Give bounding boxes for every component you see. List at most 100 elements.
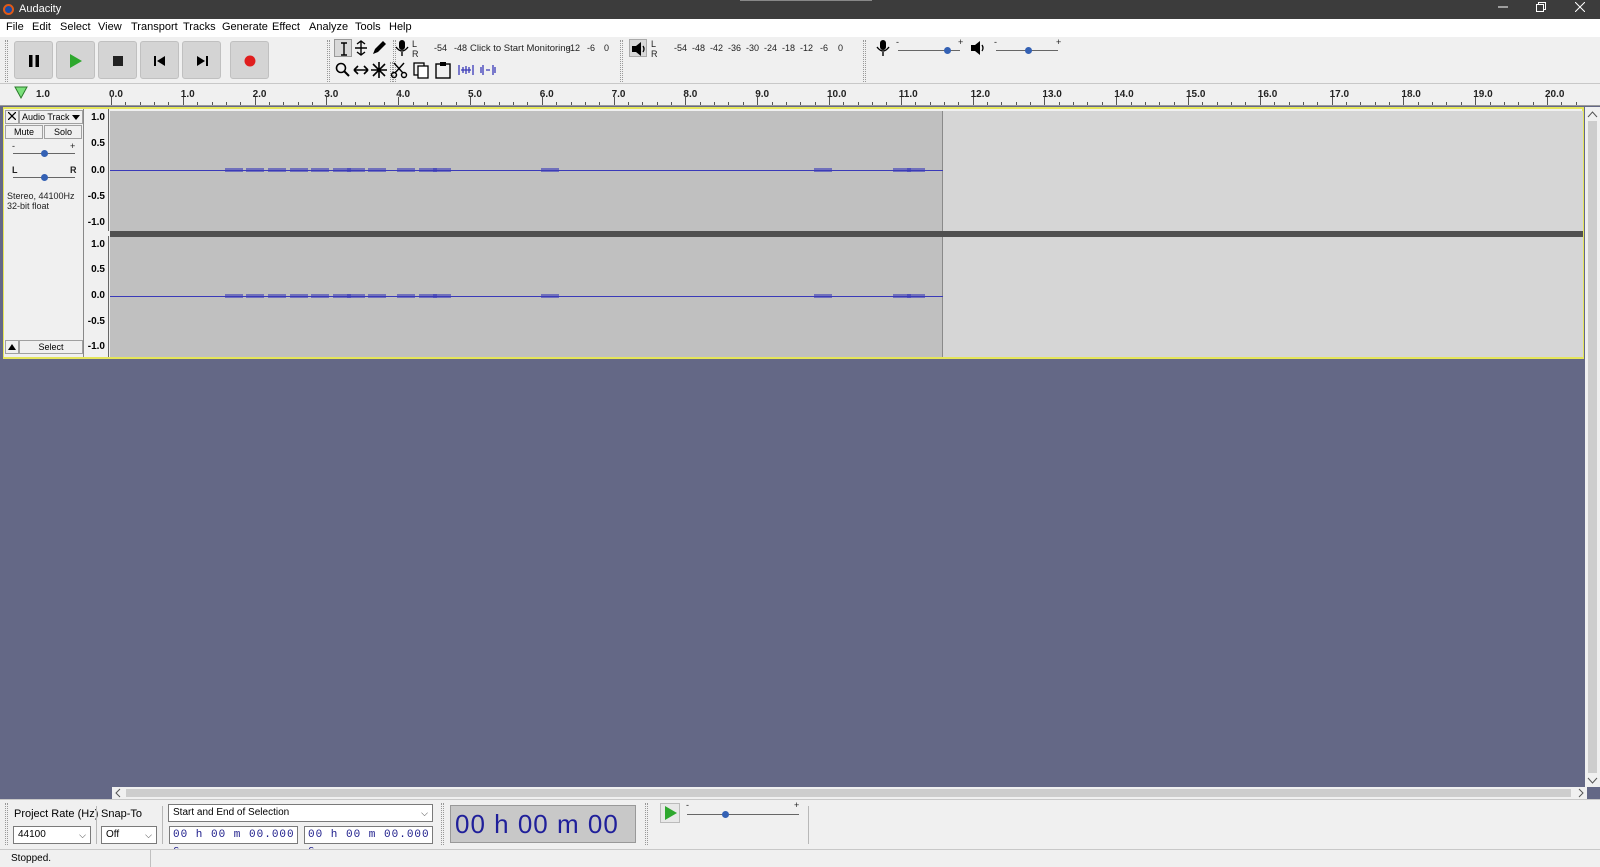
upper-channel-waveform[interactable] bbox=[110, 111, 1583, 231]
recording-volume-slider[interactable]: - + bbox=[896, 37, 964, 59]
snap-to-select[interactable]: Off ⌵ bbox=[101, 826, 157, 844]
ruler-minor-tick bbox=[872, 102, 874, 105]
play-volume-thumb[interactable] bbox=[1025, 47, 1032, 54]
playback-volume-slider[interactable]: - + bbox=[994, 37, 1062, 59]
transport-toolbar-grip[interactable] bbox=[5, 40, 8, 82]
trim-audio-button[interactable] bbox=[457, 61, 475, 79]
horizontal-scrollbar[interactable] bbox=[112, 787, 1587, 799]
waveform-segment bbox=[540, 168, 559, 172]
menu-generate[interactable]: Generate bbox=[222, 21, 268, 33]
cut-button[interactable] bbox=[390, 61, 408, 79]
zoom-tool-button[interactable] bbox=[334, 61, 352, 79]
ruler-tick-label: 7.0 bbox=[611, 89, 626, 100]
solo-button[interactable]: Solo bbox=[44, 125, 82, 139]
ruler-minor-tick bbox=[699, 102, 701, 105]
vertical-scroll-thumb[interactable] bbox=[1588, 121, 1597, 773]
audio-position-display[interactable]: 00 h 00 m 00 s bbox=[450, 805, 636, 867]
ruler-minor-tick bbox=[283, 102, 285, 105]
pan-thumb[interactable] bbox=[41, 174, 48, 181]
track-select-button[interactable]: Select bbox=[19, 340, 83, 354]
speed-thumb[interactable] bbox=[722, 811, 729, 818]
scale-label: -0.5 bbox=[87, 316, 105, 327]
mixer-toolbar-grip[interactable] bbox=[863, 40, 866, 82]
lower-channel-waveform[interactable] bbox=[110, 237, 1583, 357]
multi-tool-button[interactable] bbox=[370, 61, 388, 79]
gain-thumb[interactable] bbox=[41, 150, 48, 157]
scroll-right-icon[interactable] bbox=[1577, 787, 1585, 799]
ruler-minor-tick bbox=[268, 102, 270, 105]
pan-slider[interactable]: L R bbox=[12, 165, 77, 183]
playback-meter[interactable]: -54 -48 -42 -36 -30 -24 -18 -12 -6 0 bbox=[660, 40, 850, 60]
ruler-minor-tick bbox=[986, 102, 988, 105]
skip-to-start-button[interactable] bbox=[140, 41, 179, 79]
skip-to-end-icon bbox=[197, 56, 208, 66]
mute-button[interactable]: Mute bbox=[5, 125, 43, 139]
close-window-button[interactable] bbox=[1560, 0, 1600, 19]
pencil-icon bbox=[373, 41, 386, 54]
collapse-track-button[interactable] bbox=[5, 340, 19, 354]
copy-button[interactable] bbox=[412, 61, 430, 79]
tools-toolbar-grip[interactable] bbox=[327, 40, 330, 82]
timeline-ruler[interactable]: 1.0 0.0 1.0 2.0 3.0 4.0 5.0 6.0 7.0 8.0 9.0 10.0 11… bbox=[0, 84, 1600, 106]
menu-select[interactable]: Select bbox=[60, 21, 91, 33]
project-rate-select[interactable]: 44100 ⌵ bbox=[13, 826, 91, 844]
play-meter-tick: -18 bbox=[782, 43, 796, 53]
minimize-button[interactable] bbox=[1483, 0, 1523, 19]
play-icon bbox=[70, 54, 82, 68]
upper-channel-scale[interactable]: 1.0 0.5 0.0 -0.5 -1.0 bbox=[85, 109, 109, 231]
waveform-segment bbox=[433, 294, 452, 298]
menu-view[interactable]: View bbox=[98, 21, 122, 33]
stop-button[interactable] bbox=[98, 41, 137, 79]
selection-mode-select[interactable]: Start and End of Selection ⌵ bbox=[168, 804, 433, 822]
scroll-left-icon[interactable] bbox=[114, 787, 122, 799]
ruler-tick-label: 17.0 bbox=[1329, 89, 1350, 100]
playback-meter-grip[interactable] bbox=[620, 40, 623, 82]
skip-to-end-button[interactable] bbox=[182, 41, 221, 79]
silence-audio-button[interactable] bbox=[479, 61, 497, 79]
menu-transport[interactable]: Transport bbox=[131, 21, 178, 33]
rec-volume-thumb[interactable] bbox=[944, 47, 952, 54]
status-bar: Stopped. bbox=[0, 849, 1600, 867]
menu-tracks[interactable]: Tracks bbox=[183, 21, 216, 33]
track-name-menu[interactable]: Audio Track bbox=[19, 110, 83, 124]
scroll-down-icon[interactable] bbox=[1585, 777, 1600, 785]
draw-tool-button[interactable] bbox=[370, 39, 388, 57]
lower-channel-scale[interactable]: 1.0 0.5 0.0 -0.5 -1.0 bbox=[85, 236, 109, 357]
menu-edit[interactable]: Edit bbox=[32, 21, 51, 33]
record-meter-button[interactable] bbox=[393, 39, 411, 57]
time-shift-tool-button[interactable] bbox=[352, 61, 370, 79]
record-button[interactable] bbox=[230, 41, 269, 79]
selection-start-time[interactable]: 00 h 00 m 00.000 s bbox=[169, 826, 298, 857]
play-at-speed-button[interactable] bbox=[660, 803, 680, 823]
envelope-tool-button[interactable] bbox=[352, 39, 370, 57]
scale-label: -1.0 bbox=[87, 341, 105, 352]
close-track-button[interactable] bbox=[5, 110, 19, 124]
play-at-speed-slider[interactable]: - + bbox=[686, 800, 802, 824]
pause-button[interactable] bbox=[14, 41, 53, 79]
recording-meter[interactable]: -54 -48 Click to Start Monitoring -12 -6… bbox=[420, 40, 612, 60]
time-toolbar-grip[interactable] bbox=[441, 803, 444, 845]
playback-meter-button[interactable] bbox=[629, 39, 647, 57]
play-button[interactable] bbox=[56, 41, 95, 79]
ruler-tick-label: 19.0 bbox=[1473, 89, 1493, 100]
menu-analyze[interactable]: Analyze bbox=[309, 21, 348, 33]
gain-slider[interactable]: - + bbox=[12, 141, 76, 159]
ruler-tick-label: 18.0 bbox=[1401, 89, 1421, 100]
microphone-icon bbox=[395, 40, 409, 56]
menu-file[interactable]: File bbox=[6, 21, 24, 33]
selection-end-time[interactable]: 00 h 00 m 00.000 s bbox=[304, 826, 433, 857]
menu-tools[interactable]: Tools bbox=[355, 21, 381, 33]
paste-button[interactable] bbox=[434, 61, 452, 79]
horizontal-scroll-thumb[interactable] bbox=[126, 789, 1571, 797]
scroll-up-icon[interactable] bbox=[1585, 110, 1600, 118]
vertical-scrollbar[interactable] bbox=[1585, 107, 1600, 787]
selection-toolbar-grip[interactable] bbox=[5, 803, 8, 845]
menu-effect[interactable]: Effect bbox=[272, 21, 300, 33]
ruler-tick-label: 10.0 bbox=[827, 89, 847, 100]
click-to-start-monitoring[interactable]: Click to Start Monitoring bbox=[470, 43, 571, 54]
menu-help[interactable]: Help bbox=[389, 21, 412, 33]
recording-volume-icon bbox=[874, 39, 892, 57]
play-at-speed-grip[interactable] bbox=[645, 803, 648, 845]
restore-button[interactable] bbox=[1521, 0, 1561, 19]
selection-tool-button[interactable] bbox=[334, 39, 352, 57]
